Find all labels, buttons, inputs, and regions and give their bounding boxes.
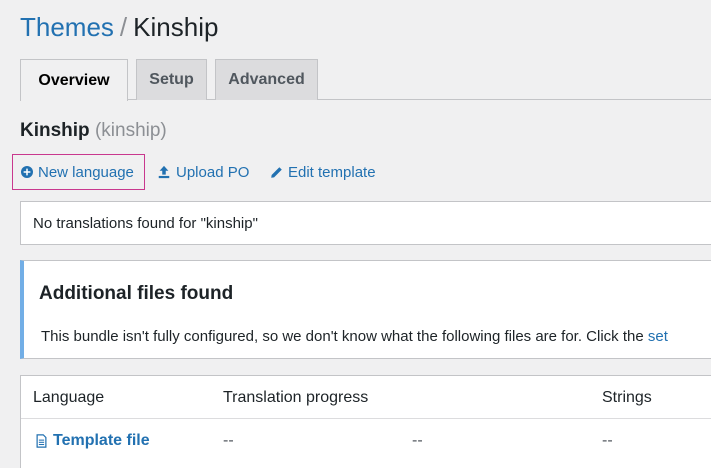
tab-advanced[interactable]: Advanced <box>215 59 318 100</box>
bundle-heading: Kinship (kinship) <box>20 120 167 142</box>
pencil-icon <box>271 166 282 178</box>
files-table: Language Translation progress Strings Te… <box>20 375 711 468</box>
tab-bar: Overview Setup Advanced <box>20 59 711 101</box>
upload-po-button[interactable]: Upload PO <box>157 154 249 190</box>
breadcrumb: Themes / Kinship <box>20 10 218 44</box>
plus-circle-icon <box>21 166 33 178</box>
upload-icon <box>158 165 170 179</box>
additional-files-text: This bundle isn't fully configured, so w… <box>41 328 668 345</box>
tab-overview[interactable]: Overview <box>20 59 128 101</box>
breadcrumb-current: Kinship <box>133 12 219 42</box>
page: Themes / Kinship Overview Setup Advanced K… <box>0 0 711 468</box>
bundle-slug: (kinship) <box>94 120 167 141</box>
column-header-progress: Translation progress <box>223 388 369 406</box>
template-file-label: Template file <box>53 432 150 449</box>
progress-cell: -- <box>223 432 234 449</box>
edit-template-label: Edit template <box>288 163 376 181</box>
no-translations-notice: No translations found for "kinship" <box>20 201 711 245</box>
additional-files-notice: Additional files found This bundle isn't… <box>20 260 711 359</box>
new-language-label: New language <box>38 163 134 181</box>
bundle-name: Kinship <box>20 120 90 141</box>
progress-percent-cell: -- <box>412 432 423 449</box>
additional-files-description: This bundle isn't fully configured, so w… <box>41 328 648 345</box>
column-header-language: Language <box>33 388 105 406</box>
table-row: Template file -- -- -- <box>21 419 711 463</box>
additional-files-title: Additional files found <box>39 283 234 304</box>
upload-po-label: Upload PO <box>176 163 250 181</box>
column-header-strings: Strings <box>602 388 652 406</box>
document-icon <box>36 434 47 448</box>
template-file-link[interactable]: Template file <box>36 419 150 463</box>
edit-template-button[interactable]: Edit template <box>270 154 376 190</box>
breadcrumb-themes-link[interactable]: Themes <box>20 12 114 42</box>
notice-text: No translations found for "kinship" <box>33 214 258 232</box>
tab-setup[interactable]: Setup <box>136 59 207 100</box>
breadcrumb-separator: / <box>119 12 128 42</box>
new-language-button[interactable]: New language <box>12 154 145 190</box>
strings-cell: -- <box>602 432 613 449</box>
table-header: Language Translation progress Strings <box>21 376 711 419</box>
setup-link[interactable]: set <box>648 328 668 345</box>
